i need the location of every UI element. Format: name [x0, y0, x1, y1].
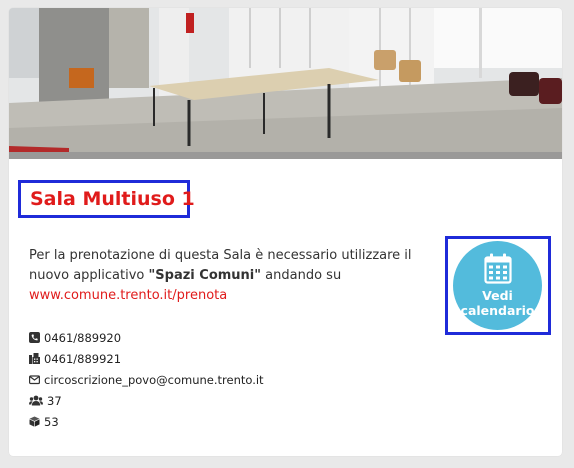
area-row: 53 [29, 411, 264, 432]
room-title-box: Sala Multiuso 1 [18, 180, 195, 218]
phone-icon [29, 332, 40, 343]
email-row: circoscrizione_povo@comune.trento.it [29, 369, 264, 390]
calendar-label-line2: calendario [460, 303, 535, 318]
room-photo [9, 8, 562, 159]
calendar-button-box: Vedi calendario [445, 236, 551, 335]
fax-number: 0461/889921 [44, 351, 122, 366]
users-icon [29, 395, 43, 406]
cube-icon [29, 416, 40, 427]
room-card: Sala Multiuso 1 Per la prenotazione di q… [9, 8, 562, 456]
calendar-label-line1: Vedi [482, 288, 513, 303]
capacity-row: 37 [29, 390, 264, 411]
fax-row: 0461/889921 [29, 348, 264, 369]
area-value: 53 [44, 414, 59, 429]
phone-number: 0461/889920 [44, 330, 122, 345]
room-title: Sala Multiuso 1 [30, 188, 195, 210]
view-calendar-button[interactable]: Vedi calendario [453, 241, 542, 330]
room-description: Per la prenotazione di questa Sala è nec… [29, 246, 449, 306]
calendar-icon [483, 253, 512, 288]
app-name: "Spazi Comuni" [148, 268, 262, 283]
phone-row: 0461/889920 [29, 327, 264, 348]
email-address[interactable]: circoscrizione_povo@comune.trento.it [44, 373, 264, 387]
contact-list: 0461/889920 0461/889921 circoscrizione_p… [29, 327, 264, 432]
envelope-icon [29, 374, 40, 385]
booking-link[interactable]: www.comune.trento.it/prenota [29, 288, 227, 303]
capacity-value: 37 [47, 393, 62, 408]
description-text-2: andando su [261, 268, 342, 283]
fax-icon [29, 353, 40, 364]
